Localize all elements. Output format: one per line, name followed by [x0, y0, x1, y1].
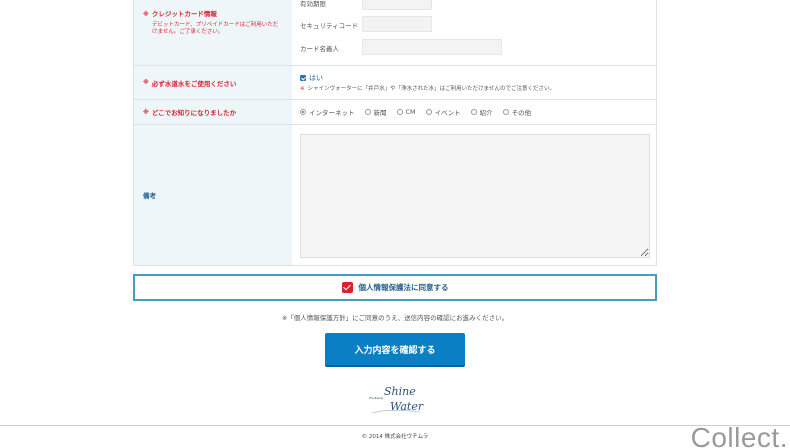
tap-water-warning: ※ シャインウォーターに「井戸水」や「浄水された水」はご利用いただけませんのでご注… [300, 84, 555, 92]
radio-label: その他 [511, 109, 532, 117]
remarks-field [292, 125, 656, 265]
radio-button[interactable] [502, 109, 509, 115]
radio-option-internet[interactable]: インターネット [300, 107, 355, 117]
required-mark: ※ [143, 11, 149, 18]
tap-water-yes-option[interactable]: はい [300, 73, 323, 83]
card-holder-input[interactable] [362, 39, 502, 55]
required-mark: ※ [143, 108, 149, 116]
tap-water-label: 必ず水道水をご使用ください [151, 79, 237, 88]
credit-card-fields: 有効期限 セキュリティコード カード名義人 [292, 0, 656, 65]
row-remarks: 備考 [134, 125, 656, 266]
confirm-notice: ※「個人情報保護方針」にご同意のうえ、送信内容の確認にお進みください。 [281, 314, 509, 322]
radio-option-newspaper[interactable]: 新聞 [364, 107, 387, 117]
radio-option-other[interactable]: その他 [502, 107, 532, 117]
security-code-label: セキュリティコード [300, 22, 359, 30]
referral-label: どこでお知りになりましたか [151, 109, 237, 117]
remarks-textarea[interactable] [300, 134, 650, 258]
yes-checkbox[interactable] [300, 75, 306, 81]
radio-option-event[interactable]: イベント [425, 107, 461, 117]
logo-text-shine: Shine [384, 385, 416, 398]
radio-label: CM [405, 108, 416, 116]
privacy-consent-label: 個人情報保護法に同意する [358, 283, 449, 292]
radio-option-cm[interactable]: CM [396, 108, 416, 116]
expiry-input[interactable] [362, 0, 432, 10]
collect-watermark: Collect. [690, 422, 788, 448]
radio-button[interactable] [300, 109, 306, 115]
tap-water-warning-text: シャインウォーターに「井戸水」や「浄水された水」はご利用いただけませんのでご注意… [307, 86, 555, 92]
radio-button[interactable] [470, 109, 477, 115]
remarks-label: 備考 [143, 192, 156, 200]
row-header-referral: ※ どこでお知りになりましたか [134, 100, 292, 124]
radio-button[interactable] [425, 109, 432, 115]
radio-label: 新聞 [373, 109, 387, 117]
row-tap-water: ※ 必ず水道水をご使用ください はい ※ シャインウォーターに「井戸水」や「浄水され… [134, 66, 656, 100]
security-code-input[interactable] [362, 16, 432, 32]
required-mark: ※ [300, 86, 305, 92]
privacy-consent-checkbox[interactable] [341, 282, 353, 293]
radio-label: イベント [434, 109, 461, 117]
row-referral: ※ どこでお知りになりましたか インターネット 新聞 CM イベント 紹介 その他 [134, 100, 656, 125]
confirm-input-button[interactable]: 入力内容を確認する [325, 333, 465, 365]
row-credit-card: ※ クレジットカード情報 デビットカード、プリペイドカードはご利用いただけません。… [134, 0, 656, 66]
credit-card-label: クレジットカード情報 [151, 10, 217, 18]
logo-text-water: Water [390, 400, 424, 413]
row-header-tap-water: ※ 必ず水道水をご使用ください [134, 66, 292, 99]
shine-water-logo[interactable]: Shine Water The Beauty [368, 382, 424, 418]
expiry-label: 有効期限 [300, 0, 326, 8]
radio-option-referral[interactable]: 紹介 [470, 107, 493, 117]
required-mark: ※ [143, 79, 149, 86]
row-header-remarks: 備考 [134, 125, 292, 265]
radio-label: インターネット [309, 109, 355, 117]
footer-divider [0, 425, 790, 426]
radio-label: 紹介 [479, 109, 493, 117]
radio-button[interactable] [396, 109, 403, 115]
tap-water-field: はい ※ シャインウォーターに「井戸水」や「浄水された水」はご利用いただけませんの… [292, 66, 656, 99]
row-header-credit-card: ※ クレジットカード情報 デビットカード、プリペイドカードはご利用いただけません。… [134, 0, 292, 65]
copyright-text: © 2014 株式会社ウチムラ [361, 434, 429, 440]
card-holder-label: カード名義人 [300, 45, 339, 53]
order-form-table: ※ クレジットカード情報 デビットカード、プリペイドカードはご利用いただけません。… [133, 0, 657, 266]
yes-label: はい [309, 74, 323, 82]
radio-button[interactable] [364, 109, 371, 115]
logo-text-small: The Beauty [369, 396, 384, 400]
privacy-consent-box[interactable]: 個人情報保護法に同意する [133, 274, 657, 301]
referral-options: インターネット 新聞 CM イベント 紹介 その他 [292, 100, 656, 124]
credit-card-note: デビットカード、プリペイドカードはご利用いただけません。ご了承ください。 [152, 22, 279, 35]
